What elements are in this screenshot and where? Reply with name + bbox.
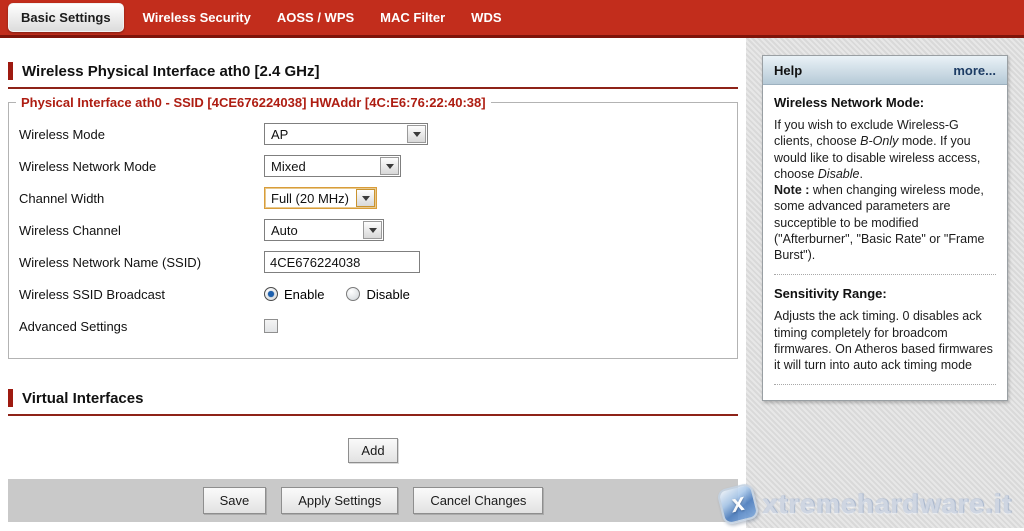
help-divider xyxy=(774,274,996,275)
wireless-mode-select[interactable]: AP xyxy=(264,123,428,145)
action-bar: Save Apply Settings Cancel Changes xyxy=(8,479,738,522)
add-button-row: Add xyxy=(0,438,746,463)
help-note-label: Note : xyxy=(774,183,809,197)
help-title: Help xyxy=(774,63,802,78)
chevron-down-icon[interactable] xyxy=(380,157,399,175)
row-ssid-broadcast: Wireless SSID Broadcast Enable Disable xyxy=(9,278,737,310)
channel-width-select[interactable]: Full (20 MHz) xyxy=(264,187,377,209)
xtremehardware-logo-icon: x xyxy=(717,482,761,526)
section-heading-virtual-interfaces: Virtual Interfaces xyxy=(8,389,738,407)
network-mode-label: Wireless Network Mode xyxy=(9,159,264,174)
radio-disable[interactable]: Disable xyxy=(346,287,409,302)
help-body: Wireless Network Mode: If you wish to ex… xyxy=(763,85,1007,400)
radio-enable-label: Enable xyxy=(284,287,324,302)
tab-mac-filter[interactable]: MAC Filter xyxy=(367,3,458,32)
heading-accent-bar xyxy=(8,389,13,407)
tab-basic-settings[interactable]: Basic Settings xyxy=(8,3,124,32)
wireless-channel-select[interactable]: Auto xyxy=(264,219,384,241)
radio-disable-label: Disable xyxy=(366,287,409,302)
row-network-mode: Wireless Network Mode Mixed xyxy=(9,150,737,182)
apply-settings-button[interactable]: Apply Settings xyxy=(281,487,398,514)
heading-accent-bar xyxy=(8,62,13,80)
wireless-channel-value: Auto xyxy=(265,223,304,238)
help-panel: Help more... Wireless Network Mode: If y… xyxy=(762,55,1008,401)
physical-interface-fieldset: Physical Interface ath0 - SSID [4CE67622… xyxy=(8,95,738,359)
section-divider xyxy=(8,414,738,416)
help-section-heading: Sensitivity Range: xyxy=(774,286,996,301)
radio-disable-icon[interactable] xyxy=(346,287,360,301)
help-section-text: If you wish to exclude Wireless-G client… xyxy=(774,117,996,263)
help-section-network-mode: Wireless Network Mode: If you wish to ex… xyxy=(774,95,996,263)
radio-enable[interactable]: Enable xyxy=(264,287,324,302)
ssid-input[interactable] xyxy=(264,251,420,273)
chevron-down-icon[interactable] xyxy=(356,189,375,207)
fieldset-legend: Physical Interface ath0 - SSID [4CE67622… xyxy=(16,95,491,110)
watermark-text: xtremehardware.it xyxy=(762,489,1012,520)
help-section-sensitivity-range: Sensitivity Range: Adjusts the ack timin… xyxy=(774,286,996,373)
save-button[interactable]: Save xyxy=(203,487,267,514)
advanced-settings-checkbox[interactable] xyxy=(264,319,278,333)
tab-aoss-wps[interactable]: AOSS / WPS xyxy=(264,3,367,32)
radio-enable-icon[interactable] xyxy=(264,287,278,301)
section-divider xyxy=(8,87,738,89)
main-content: Wireless Physical Interface ath0 [2.4 GH… xyxy=(0,38,746,528)
help-header: Help more... xyxy=(763,56,1007,85)
add-button[interactable]: Add xyxy=(348,438,397,463)
help-more-link[interactable]: more... xyxy=(953,63,996,78)
network-mode-value: Mixed xyxy=(265,159,312,174)
wireless-mode-value: AP xyxy=(265,127,294,142)
page-title: Wireless Physical Interface ath0 [2.4 GH… xyxy=(22,63,320,80)
wireless-channel-label: Wireless Channel xyxy=(9,223,264,238)
cancel-changes-button[interactable]: Cancel Changes xyxy=(413,487,543,514)
row-wireless-mode: Wireless Mode AP xyxy=(9,118,737,150)
channel-width-value: Full (20 MHz) xyxy=(265,191,355,206)
network-mode-select[interactable]: Mixed xyxy=(264,155,401,177)
row-ssid: Wireless Network Name (SSID) xyxy=(9,246,737,278)
tab-wireless-security[interactable]: Wireless Security xyxy=(130,3,264,32)
virtual-interfaces-title: Virtual Interfaces xyxy=(22,390,143,407)
row-wireless-channel: Wireless Channel Auto xyxy=(9,214,737,246)
advanced-settings-label: Advanced Settings xyxy=(9,319,264,334)
ssid-label: Wireless Network Name (SSID) xyxy=(9,255,264,270)
help-section-text: Adjusts the ack timing. 0 disables ack t… xyxy=(774,308,996,373)
channel-width-label: Channel Width xyxy=(9,191,264,206)
top-nav: Basic Settings Wireless Security AOSS / … xyxy=(0,0,1024,38)
tab-wds[interactable]: WDS xyxy=(458,3,514,32)
row-channel-width: Channel Width Full (20 MHz) xyxy=(9,182,737,214)
chevron-down-icon[interactable] xyxy=(363,221,382,239)
wireless-mode-label: Wireless Mode xyxy=(9,127,264,142)
right-sidebar: Help more... Wireless Network Mode: If y… xyxy=(746,38,1024,528)
ssid-broadcast-label: Wireless SSID Broadcast xyxy=(9,287,264,302)
section-heading-physical-interface: Wireless Physical Interface ath0 [2.4 GH… xyxy=(8,62,738,80)
watermark: x xtremehardware.it xyxy=(720,486,1012,522)
help-section-heading: Wireless Network Mode: xyxy=(774,95,996,110)
chevron-down-icon[interactable] xyxy=(407,125,426,143)
ssid-broadcast-radio-group: Enable Disable xyxy=(264,287,410,302)
row-advanced-settings: Advanced Settings xyxy=(9,310,737,342)
help-divider xyxy=(774,384,996,385)
